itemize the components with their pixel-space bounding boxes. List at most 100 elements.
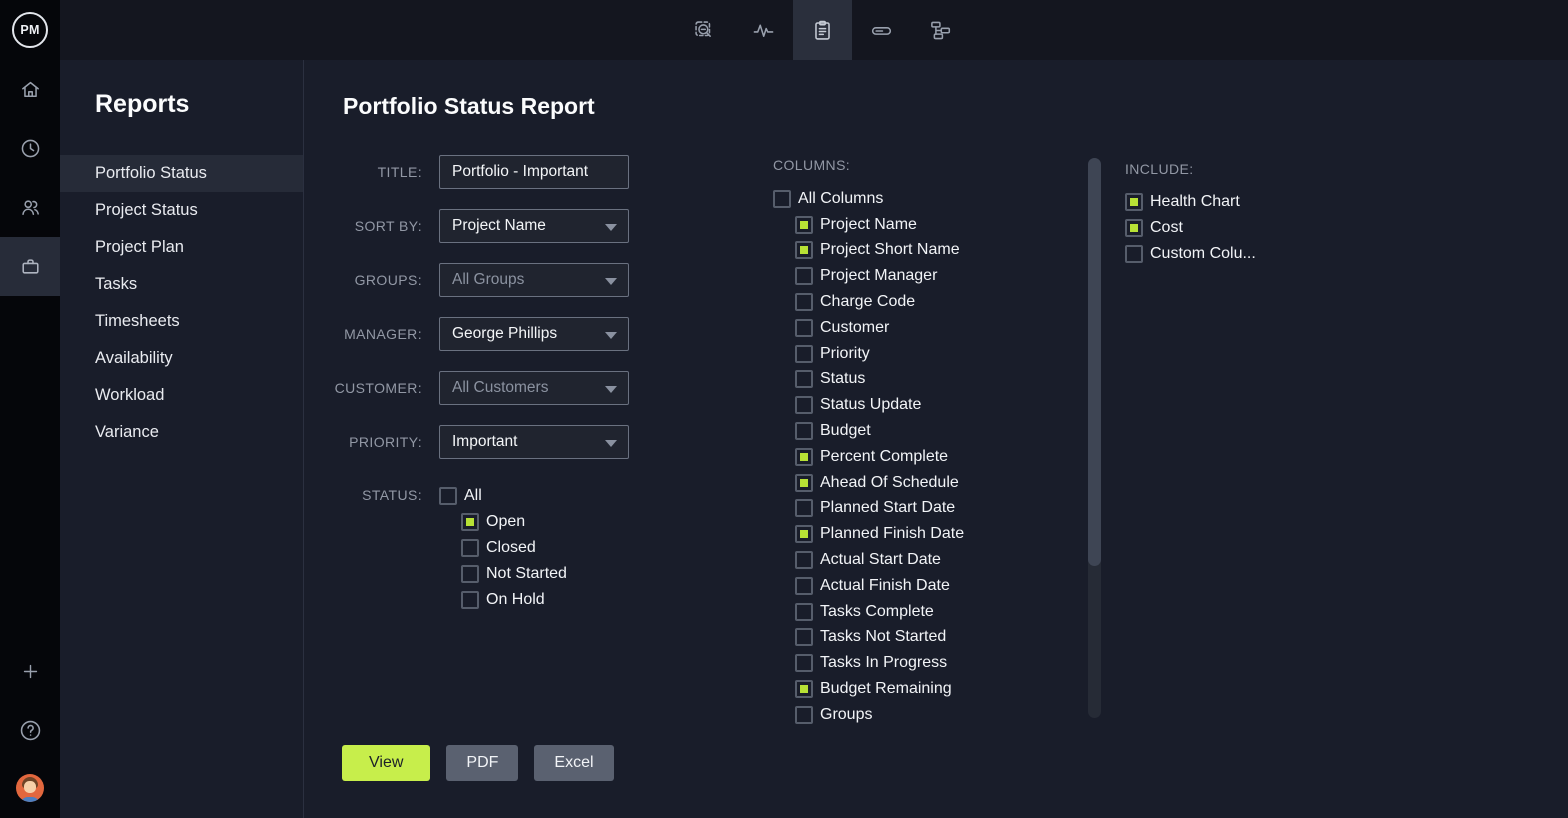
field-control[interactable]: All Customers (439, 371, 629, 405)
brand-logo[interactable]: PM (0, 0, 60, 60)
checkbox[interactable] (795, 345, 813, 363)
tab-activity[interactable] (734, 0, 793, 60)
column-option[interactable]: Planned Start Date (795, 496, 964, 522)
sidebar-report-item[interactable]: Tasks (60, 266, 303, 303)
status-option[interactable]: On Hold (461, 587, 567, 613)
sidebar-report-item[interactable]: Workload (60, 377, 303, 414)
checkbox[interactable] (795, 706, 813, 724)
rail-item-help[interactable] (0, 708, 60, 752)
checkbox[interactable] (795, 396, 813, 414)
checkbox[interactable] (773, 190, 791, 208)
column-option[interactable]: Actual Start Date (795, 547, 964, 573)
activity-pulse-icon (752, 19, 775, 42)
checkbox[interactable] (795, 448, 813, 466)
tab-zoom-search[interactable] (675, 0, 734, 60)
field-label: TITLE: (304, 164, 422, 180)
form-row: MANAGER: George Phillips (304, 317, 629, 351)
pdf-button[interactable]: PDF (446, 745, 518, 781)
checkbox-label: Priority (820, 345, 870, 363)
checkbox[interactable] (795, 680, 813, 698)
column-option[interactable]: Percent Complete (795, 444, 964, 470)
team-icon (19, 196, 42, 219)
rail-item-home[interactable] (0, 60, 60, 119)
field-control[interactable]: All Groups (439, 263, 629, 297)
status-option[interactable]: Not Started (461, 561, 567, 587)
include-option[interactable]: Custom Colu... (1125, 241, 1256, 267)
column-option[interactable]: Priority (795, 341, 964, 367)
status-option[interactable]: All (439, 483, 567, 509)
column-option[interactable]: Project Name (795, 212, 964, 238)
checkbox[interactable] (461, 565, 479, 583)
include-option[interactable]: Cost (1125, 215, 1256, 241)
status-option[interactable]: Open (461, 509, 567, 535)
home-icon (19, 78, 42, 101)
rail-item-add[interactable] (0, 649, 60, 693)
checkbox[interactable] (795, 499, 813, 517)
checkbox[interactable] (1125, 193, 1143, 211)
rail-item-time[interactable] (0, 119, 60, 178)
column-option[interactable]: Budget Remaining (795, 676, 964, 702)
include-option[interactable]: Health Chart (1125, 189, 1256, 215)
sidebar-report-item[interactable]: Portfolio Status (60, 155, 303, 192)
checkbox[interactable] (795, 422, 813, 440)
checkbox[interactable] (795, 319, 813, 337)
sidebar-item-label: Project Status (95, 201, 198, 220)
checkbox[interactable] (461, 539, 479, 557)
column-option[interactable]: All Columns (773, 186, 964, 212)
checkbox[interactable] (795, 654, 813, 672)
column-option[interactable]: Project Short Name (795, 238, 964, 264)
checkbox[interactable] (795, 370, 813, 388)
column-option[interactable]: Planned Finish Date (795, 521, 964, 547)
sidebar-report-item[interactable]: Project Plan (60, 229, 303, 266)
checkbox[interactable] (795, 628, 813, 646)
checkbox[interactable] (795, 603, 813, 621)
sidebar-report-item[interactable]: Availability (60, 340, 303, 377)
checkbox[interactable] (795, 525, 813, 543)
rail-item-team[interactable] (0, 178, 60, 237)
column-option[interactable]: Tasks Complete (795, 599, 964, 625)
column-option[interactable]: Tasks Not Started (795, 625, 964, 651)
checkbox[interactable] (1125, 219, 1143, 237)
column-option[interactable]: Charge Code (795, 289, 964, 315)
column-option[interactable]: Tasks In Progress (795, 650, 964, 676)
sidebar-item-label: Availability (95, 349, 173, 368)
scrollbar-thumb[interactable] (1088, 158, 1101, 566)
tab-reports[interactable] (793, 0, 852, 60)
tab-workflow[interactable] (911, 0, 970, 60)
column-option[interactable]: Status (795, 367, 964, 393)
sidebar-report-item[interactable]: Variance (60, 414, 303, 451)
rail-item-projects[interactable] (0, 237, 60, 296)
checkbox-label: Cost (1150, 219, 1183, 237)
checkbox[interactable] (795, 267, 813, 285)
sidebar-report-item[interactable]: Project Status (60, 192, 303, 229)
field-control[interactable]: George Phillips (439, 317, 629, 351)
checkbox[interactable] (461, 513, 479, 531)
checkbox[interactable] (795, 293, 813, 311)
checkbox[interactable] (461, 591, 479, 609)
column-option[interactable]: Actual Finish Date (795, 573, 964, 599)
status-option[interactable]: Closed (461, 535, 567, 561)
column-option[interactable]: Customer (795, 315, 964, 341)
checkbox[interactable] (795, 577, 813, 595)
checkbox[interactable] (1125, 245, 1143, 263)
field-control[interactable]: Project Name (439, 209, 629, 243)
field-control[interactable]: Important (439, 425, 629, 459)
checkbox[interactable] (795, 216, 813, 234)
view-button[interactable]: View (342, 745, 430, 781)
field-control[interactable]: Portfolio - Important (439, 155, 629, 189)
column-option[interactable]: Status Update (795, 392, 964, 418)
checkbox[interactable] (439, 487, 457, 505)
checkbox[interactable] (795, 474, 813, 492)
tab-timeline[interactable] (852, 0, 911, 60)
column-option[interactable]: Groups (795, 702, 964, 728)
checkbox-label: Status (820, 370, 865, 388)
user-avatar[interactable] (16, 774, 44, 802)
excel-button[interactable]: Excel (534, 745, 613, 781)
columns-scrollbar[interactable] (1088, 158, 1101, 718)
checkbox[interactable] (795, 241, 813, 259)
checkbox[interactable] (795, 551, 813, 569)
sidebar-report-item[interactable]: Timesheets (60, 303, 303, 340)
column-option[interactable]: Ahead Of Schedule (795, 470, 964, 496)
column-option[interactable]: Project Manager (795, 263, 964, 289)
column-option[interactable]: Budget (795, 418, 964, 444)
